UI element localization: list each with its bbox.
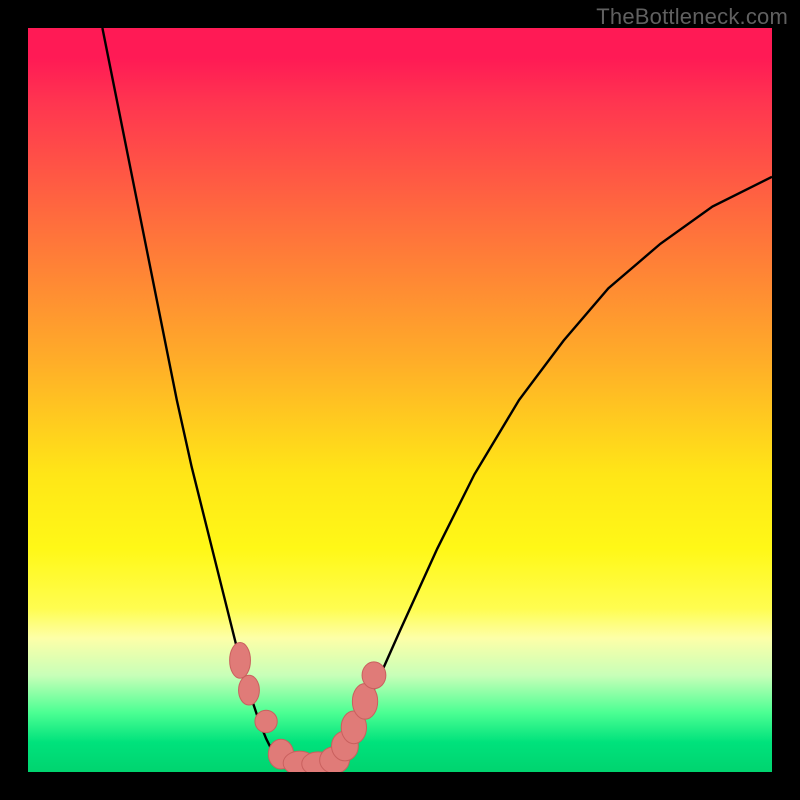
attribution-watermark: TheBottleneck.com bbox=[596, 4, 788, 30]
plot-area bbox=[28, 28, 772, 772]
chart-frame: TheBottleneck.com bbox=[0, 0, 800, 800]
curve-line bbox=[102, 28, 772, 768]
curve-marker bbox=[230, 643, 251, 679]
curve-marker bbox=[239, 675, 260, 705]
bottleneck-curve-svg bbox=[28, 28, 772, 772]
curve-marker bbox=[255, 710, 277, 732]
bottleneck-curve bbox=[102, 28, 772, 768]
curve-markers bbox=[230, 643, 386, 772]
curve-marker bbox=[362, 662, 386, 689]
